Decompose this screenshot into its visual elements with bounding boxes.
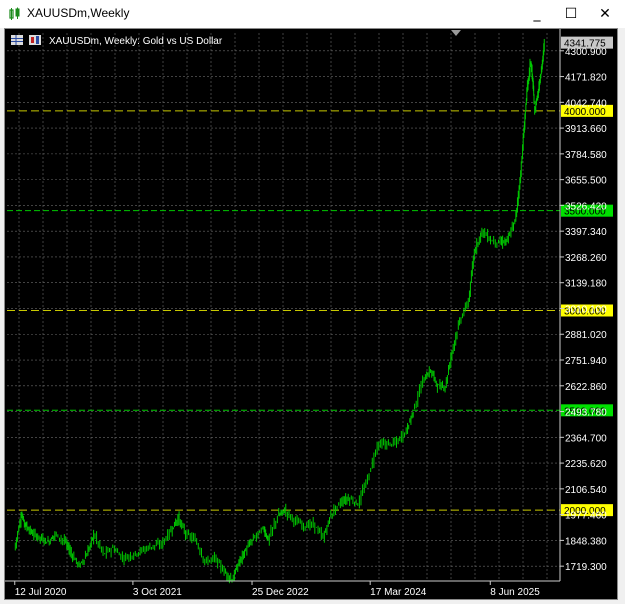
- time-tick-label: 8 Jun 2025: [490, 587, 540, 598]
- symbol-icon: [29, 35, 41, 45]
- price-tick-label: 2106.540: [565, 485, 607, 496]
- chart-area[interactable]: 4000.000 3500.000 3000.000 2500.000 2000.000…: [4, 28, 618, 600]
- close-button[interactable]: ✕: [588, 0, 622, 28]
- symbol-description: XAUUSDm, Weekly: Gold vs US Dollar: [49, 36, 223, 47]
- price-tick-label: 2235.620: [565, 459, 607, 470]
- price-tick-label: 3010.100: [565, 304, 607, 315]
- candle-series: [14, 38, 545, 584]
- minimize-button[interactable]: _: [520, 0, 554, 28]
- time-axis: 12 Jul 2020 3 Oct 2021 25 Dec 2022 17 Mar 2…: [5, 580, 560, 598]
- terminal-window: XAUUSDm,Weekly _ ☐ ✕ 4000.000 3500.000 300…: [0, 0, 625, 604]
- price-tick-label: 3268.260: [565, 253, 607, 264]
- time-tick-label: 17 Mar 2024: [370, 587, 427, 598]
- close-icon: ✕: [599, 6, 611, 22]
- price-tick-label: 2751.940: [565, 356, 607, 367]
- price-tick-label: 4171.820: [565, 73, 607, 84]
- price-tick-label: 3784.580: [565, 150, 607, 161]
- price-tick-label: 2493.780: [565, 408, 607, 419]
- price-tick-label: 2364.700: [565, 433, 607, 444]
- current-price-label: 4341.775: [564, 39, 606, 50]
- price-tick-label: 3397.340: [565, 227, 607, 238]
- price-tick-label: 1848.380: [565, 536, 607, 547]
- price-tick-label: 3139.180: [565, 279, 607, 290]
- minimize-icon: _: [533, 6, 541, 22]
- chart-shift-marker[interactable]: [451, 30, 461, 36]
- title-bar[interactable]: XAUUSDm,Weekly _ ☐ ✕: [0, 0, 625, 28]
- grid: [7, 33, 560, 581]
- chart-mode-icon: [11, 35, 23, 45]
- price-tick-label: 1977.460: [565, 511, 607, 522]
- price-tick-label: 3913.660: [565, 124, 607, 135]
- price-tick-label: 2622.860: [565, 382, 607, 393]
- price-chart[interactable]: 4000.0003500.0003000.0002500.0002000.000…: [5, 29, 617, 599]
- maximize-button[interactable]: ☐: [554, 0, 588, 28]
- maximize-icon: ☐: [564, 6, 578, 22]
- time-tick-label: 25 Dec 2022: [252, 587, 309, 598]
- price-tick-label: 1719.300: [565, 562, 607, 573]
- price-tick-label: 2881.020: [565, 330, 607, 341]
- price-tick-label: 4042.740: [565, 98, 607, 109]
- price-tick-label: 3526.420: [565, 201, 607, 212]
- horizontal-levels: 4000.0003500.0003000.0002500.0002000.000: [7, 104, 613, 517]
- price-tick-label: 3655.500: [565, 176, 607, 187]
- candlestick-chart-icon: [9, 7, 20, 20]
- time-tick-label: 12 Jul 2020: [15, 587, 67, 598]
- window-title: XAUUSDm,Weekly: [27, 6, 130, 20]
- time-tick-label: 3 Oct 2021: [133, 587, 182, 598]
